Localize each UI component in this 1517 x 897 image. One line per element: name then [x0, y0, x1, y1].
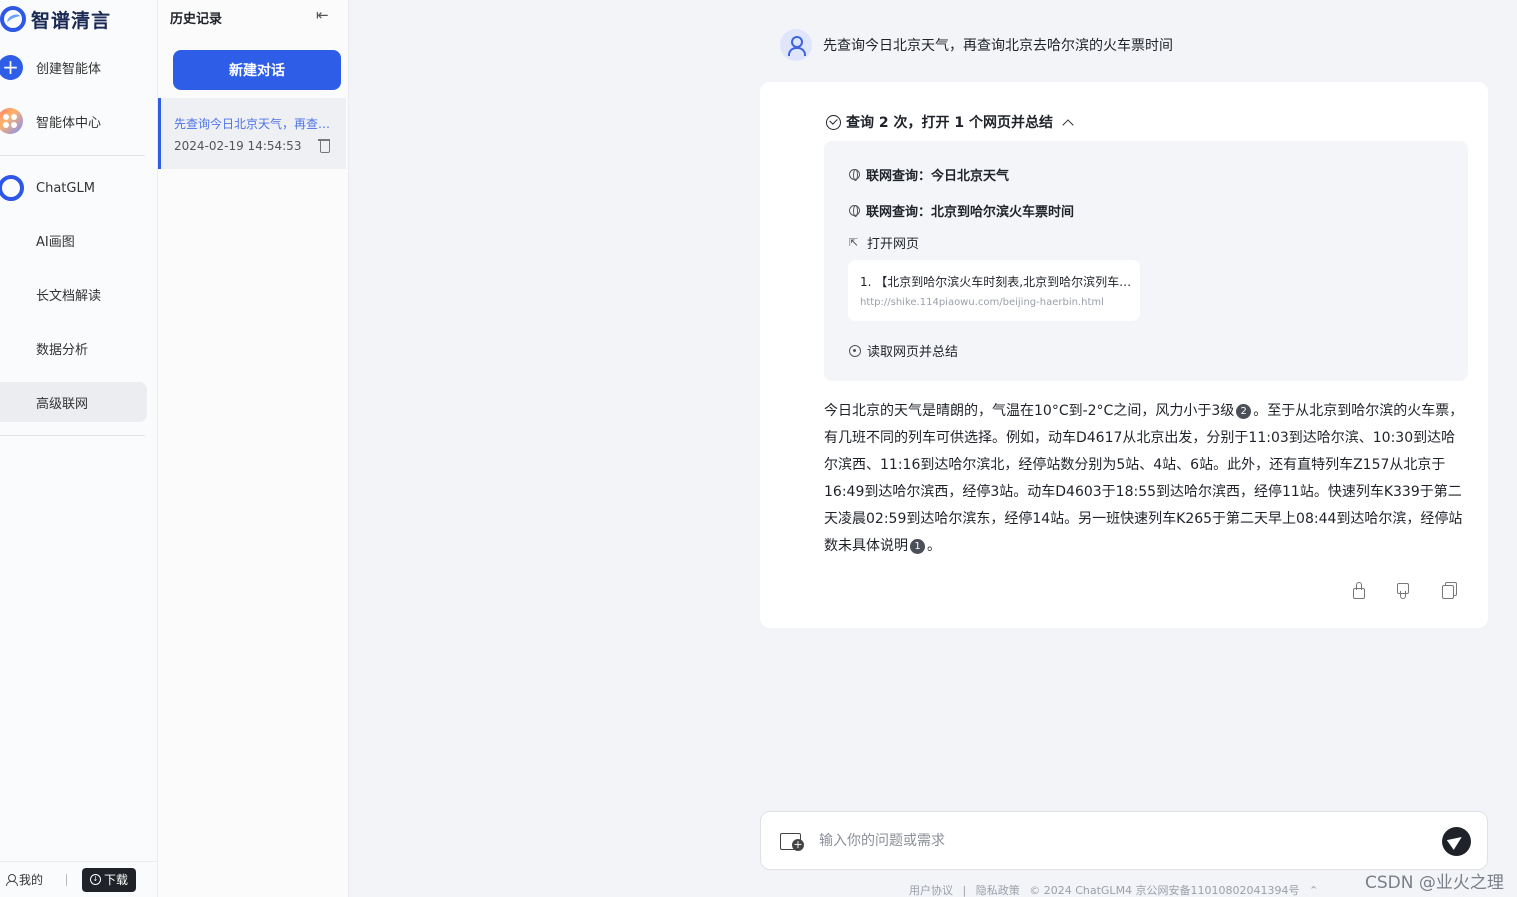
source-link-url: http://shike.114piaowu.com/beijing-haerb… [860, 297, 1104, 308]
sidebar-item-long-doc[interactable]: 长文档解读 [0, 274, 147, 314]
chevron-up-icon [1062, 118, 1074, 131]
history-item-time: 2024-02-19 14:54:53 [174, 139, 302, 153]
chatglm-icon [0, 175, 24, 201]
sidebar-item-label: 高级联网 [36, 396, 89, 412]
csdn-watermark: CSDN @业火之理 [1365, 873, 1504, 893]
sidebar-bottom-bar: 我的 ↓ 下载 [0, 861, 158, 897]
thumb-up-icon[interactable] [1349, 582, 1365, 599]
collapse-panel-icon[interactable]: ⇤ [316, 7, 332, 23]
steps-toggle[interactable]: 查询 2 次，打开 1 个网页并总结 [826, 112, 1074, 132]
step-search-weather: 联网查询：今日北京天气 [849, 165, 1009, 184]
sidebar-item-label: ChatGLM [36, 180, 95, 196]
me-label: 我的 [19, 873, 44, 887]
history-title: 历史记录 [170, 12, 223, 27]
sidebar-item-label: 智能体中心 [36, 115, 102, 131]
chat-input-box [760, 811, 1488, 870]
sidebar-item-create-agent[interactable]: + 创建智能体 [0, 47, 147, 87]
sidebar-divider [0, 435, 145, 436]
step-text: 联网查询：北京到哈尔滨火车票时间 [866, 205, 1075, 220]
step-open-page: ⇱ 打开网页 [849, 233, 919, 252]
copy-icon[interactable] [1442, 582, 1457, 599]
history-panel: 历史记录 ⇤ 新建对话 先查询今日北京天气，再查询北京去哈尔滨的火车票时间 20… [158, 0, 349, 897]
step-search-train: 联网查询：北京到哈尔滨火车票时间 [849, 201, 1074, 220]
globe-icon [849, 205, 860, 217]
user-agreement-link[interactable]: 用户协议 [909, 884, 953, 897]
sidebar-item-agent-center[interactable]: 智能体中心 [0, 101, 147, 141]
citation-badge[interactable]: 2 [1236, 404, 1252, 419]
sidebar: 智谱清言 + 创建智能体 智能体中心 ChatGLM AI画图 长文档解读 数据… [0, 0, 158, 897]
step-text: 联网查询：今日北京天气 [866, 169, 1010, 184]
answer-part-2: 。至于从北京到哈尔滨的火车票，有几班不同的列车可供选择。例如，动车D4617从北… [824, 403, 1464, 554]
sidebar-item-data-analysis[interactable]: 数据分析 [0, 328, 147, 368]
click-cursor-icon: ⇱ [849, 235, 859, 249]
footer: 用户协议 | 隐私政策 © 2024 ChatGLM4 京公网安备1101080… [909, 882, 1324, 897]
user-icon [6, 874, 18, 886]
thumb-down-icon[interactable] [1395, 582, 1411, 599]
answer-text: 今日北京的天气是晴朗的，气温在10°C到-2°C之间，风力小于3级 2 。至于从北京… [824, 398, 1464, 560]
upload-file-icon[interactable] [780, 831, 804, 851]
answer-end: 。 [927, 538, 941, 554]
trash-icon[interactable] [318, 138, 330, 153]
sidebar-item-advanced-search[interactable]: 高级联网 [0, 382, 147, 422]
source-link-card[interactable]: 1. 【北京到哈尔滨火车时刻表,北京到哈尔滨列车时刻表查询】 http://sh… [848, 260, 1140, 321]
sidebar-item-label: 创建智能体 [36, 61, 102, 77]
sidebar-item-label: AI画图 [36, 234, 75, 250]
logo-text: 智谱清言 [31, 9, 112, 32]
send-icon [1446, 832, 1466, 850]
user-avatar-icon [780, 29, 812, 61]
history-item-title: 先查询今日北京天气，再查询北京去哈尔滨的火车票时间 [174, 117, 334, 131]
chat-main: 先查询今日北京天气，再查询北京去哈尔滨的火车票时间 查询 2 次，打开 1 个网… [349, 0, 1517, 897]
globe-icon [849, 169, 860, 181]
answer-card: 查询 2 次，打开 1 个网页并总结 联网查询：今日北京天气 联网查询：北京到哈… [760, 82, 1488, 628]
new-chat-button[interactable]: 新建对话 [173, 50, 341, 90]
source-link-title: 1. 【北京到哈尔滨火车时刻表,北京到哈尔滨列车时刻表查询】 [860, 275, 1132, 289]
sidebar-item-ai-drawing[interactable]: AI画图 [0, 220, 147, 260]
history-item[interactable]: 先查询今日北京天气，再查询北京去哈尔滨的火车票时间 2024-02-19 14:… [158, 98, 346, 169]
read-page-icon [849, 344, 861, 357]
step-text: 读取网页并总结 [867, 345, 959, 360]
sidebar-item-label: 数据分析 [36, 342, 89, 358]
bottom-separator [66, 873, 67, 886]
user-question: 先查询今日北京天气，再查询北京去哈尔滨的火车票时间 [823, 38, 1173, 54]
steps-header-text: 查询 2 次，打开 1 个网页并总结 [846, 115, 1053, 131]
sidebar-item-chatglm[interactable]: ChatGLM [0, 168, 147, 208]
zhipu-logo-icon [0, 6, 26, 32]
copyright-text: © 2024 ChatGLM4 京公网安备11010802041394号 [1029, 884, 1300, 897]
chevron-up-icon[interactable]: ⌃ [1309, 884, 1318, 897]
privacy-policy-link[interactable]: 隐私政策 [976, 884, 1020, 897]
footer-separator: | [962, 884, 967, 897]
step-read-summarize: 读取网页并总结 [849, 341, 958, 360]
chat-input[interactable] [819, 829, 1419, 853]
step-text: 打开网页 [867, 237, 920, 252]
answer-part-1: 今日北京的天气是晴朗的，气温在10°C到-2°C之间，风力小于3级 [824, 403, 1235, 419]
check-circle-icon [826, 114, 841, 130]
logo[interactable]: 智谱清言 [0, 5, 111, 33]
agent-center-icon [0, 108, 23, 134]
download-icon: ↓ [89, 874, 101, 885]
citation-badge[interactable]: 1 [910, 539, 925, 554]
sidebar-item-label: 长文档解读 [36, 288, 102, 304]
download-label: 下载 [103, 873, 128, 887]
plus-icon: + [0, 54, 23, 80]
me-button[interactable]: 我的 [6, 871, 43, 888]
sidebar-divider [0, 155, 145, 156]
download-button[interactable]: ↓ 下载 [82, 867, 136, 892]
steps-box: 联网查询：今日北京天气 联网查询：北京到哈尔滨火车票时间 ⇱ 打开网页 1. 【… [824, 141, 1468, 381]
send-button[interactable] [1442, 827, 1471, 856]
